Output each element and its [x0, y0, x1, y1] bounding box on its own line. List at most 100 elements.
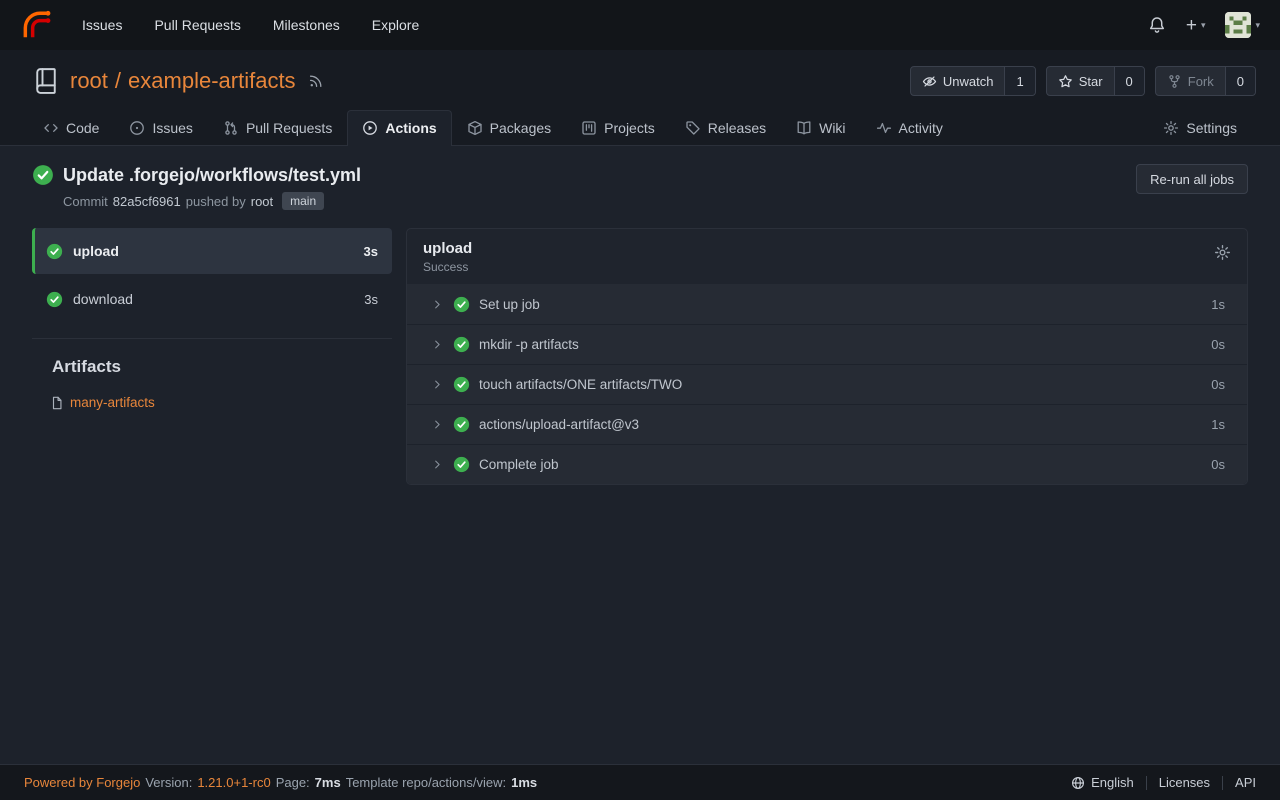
navbar-item-issues[interactable]: Issues	[66, 0, 138, 50]
run-view: Update .forgejo/workflows/test.yml Commi…	[0, 146, 1280, 764]
user-menu-dropdown[interactable]: ▾	[1225, 12, 1260, 38]
avatar-identicon	[1225, 12, 1251, 38]
commit-sha-link[interactable]: 82a5cf6961	[113, 194, 181, 209]
pusher-link[interactable]: root	[251, 194, 273, 209]
notifications-button[interactable]	[1148, 16, 1166, 34]
licenses-link[interactable]: Licenses	[1159, 775, 1210, 790]
navbar-item-milestones[interactable]: Milestones	[257, 0, 356, 50]
repo-header: root / example-artifacts Unwatch	[0, 50, 1280, 146]
step-row-complete-job[interactable]: Complete job 0s	[407, 444, 1247, 484]
play-circle-icon	[362, 120, 378, 136]
tab-issues[interactable]: Issues	[114, 110, 207, 146]
powered-by-forgejo-link[interactable]: Powered by Forgejo	[24, 775, 140, 790]
gear-icon	[1163, 120, 1179, 136]
footer-divider	[1222, 776, 1223, 790]
chevron-right-icon	[431, 458, 444, 471]
job-status: Success	[423, 260, 472, 274]
repo-tabs: Code Issues Pull Requests Actions Packag…	[24, 110, 1256, 145]
tab-actions[interactable]: Actions	[347, 110, 451, 146]
success-check-icon	[453, 336, 470, 353]
job-detail-titles: upload Success	[423, 240, 472, 274]
plus-icon: +	[1186, 16, 1197, 35]
fork-count[interactable]: 0	[1225, 67, 1255, 95]
chevron-right-icon	[431, 378, 444, 391]
top-navbar: Issues Pull Requests Milestones Explore …	[0, 0, 1280, 50]
tab-label: Packages	[490, 120, 551, 136]
branch-badge[interactable]: main	[282, 192, 324, 210]
tab-releases[interactable]: Releases	[670, 110, 781, 146]
step-duration: 0s	[1211, 457, 1225, 472]
fork-button[interactable]: Fork 0	[1155, 66, 1256, 96]
star-label: Star	[1079, 74, 1103, 89]
watch-count[interactable]: 1	[1004, 67, 1034, 95]
fork-icon	[1167, 74, 1182, 89]
navbar-item-explore[interactable]: Explore	[356, 0, 435, 50]
step-duration: 1s	[1211, 297, 1225, 312]
step-duration: 0s	[1211, 337, 1225, 352]
forgejo-logo[interactable]	[20, 9, 52, 41]
avatar	[1225, 12, 1251, 38]
tab-label: Projects	[604, 120, 655, 136]
job-row-upload[interactable]: upload 3s	[32, 228, 392, 274]
success-check-icon	[453, 296, 470, 313]
navbar-right: + ▾ ▾	[1148, 12, 1260, 38]
repo-action-buttons: Unwatch 1 Star 0	[910, 66, 1256, 96]
footer-divider	[1146, 776, 1147, 790]
version-link[interactable]: 1.21.0+1-rc0	[197, 775, 270, 790]
page-time-label: Page:	[276, 775, 310, 790]
tab-pull-requests[interactable]: Pull Requests	[208, 110, 347, 146]
language-label: English	[1091, 775, 1134, 790]
tab-wiki[interactable]: Wiki	[781, 110, 860, 146]
repo-name-link[interactable]: example-artifacts	[128, 68, 296, 94]
tab-label: Pull Requests	[246, 120, 332, 136]
success-check-icon	[453, 456, 470, 473]
star-icon	[1058, 74, 1073, 89]
steps-list: Set up job 1s mkdir -p artifacts 0s	[407, 284, 1247, 484]
rerun-all-jobs-button[interactable]: Re-run all jobs	[1136, 164, 1248, 194]
step-duration: 0s	[1211, 377, 1225, 392]
tag-icon	[685, 120, 701, 136]
job-detail-panel: upload Success Set up j	[406, 228, 1248, 485]
commit-label: Commit	[63, 194, 108, 209]
tab-label: Wiki	[819, 120, 845, 136]
job-name: upload	[73, 243, 119, 259]
breadcrumb-separator: /	[115, 68, 121, 94]
create-new-dropdown[interactable]: + ▾	[1186, 16, 1206, 35]
star-count[interactable]: 0	[1114, 67, 1144, 95]
pushed-by-label: pushed by	[186, 194, 246, 209]
job-row-download[interactable]: download 3s	[32, 276, 392, 322]
gear-icon	[1214, 244, 1231, 261]
step-row-mkdir[interactable]: mkdir -p artifacts 0s	[407, 324, 1247, 364]
tab-code[interactable]: Code	[28, 110, 114, 146]
language-selector[interactable]: English	[1071, 775, 1134, 790]
step-row-touch-artifacts[interactable]: touch artifacts/ONE artifacts/TWO 0s	[407, 364, 1247, 404]
star-button-main: Star	[1047, 67, 1114, 95]
forgejo-logo-icon	[20, 9, 52, 41]
repo-icon	[32, 67, 60, 95]
tab-activity[interactable]: Activity	[861, 110, 958, 146]
step-row-upload-artifact[interactable]: actions/upload-artifact@v3 1s	[407, 404, 1247, 444]
book-icon	[796, 120, 812, 136]
step-row-set-up-job[interactable]: Set up job 1s	[407, 284, 1247, 324]
job-options-button[interactable]	[1214, 244, 1231, 261]
version-label: Version:	[145, 775, 192, 790]
tab-projects[interactable]: Projects	[566, 110, 670, 146]
tab-packages[interactable]: Packages	[452, 110, 566, 146]
artifacts-heading: Artifacts	[32, 357, 392, 377]
star-button[interactable]: Star 0	[1046, 66, 1145, 96]
template-time-label: Template repo/actions/view:	[346, 775, 506, 790]
run-body: upload 3s download 3s Artifacts many-art…	[32, 228, 1248, 485]
api-link[interactable]: API	[1235, 775, 1256, 790]
step-name: actions/upload-artifact@v3	[479, 417, 639, 432]
navbar-item-pull-requests[interactable]: Pull Requests	[138, 0, 256, 50]
tab-label: Issues	[152, 120, 192, 136]
artifact-link-many-artifacts[interactable]: many-artifacts	[70, 395, 155, 410]
run-title: Update .forgejo/workflows/test.yml	[63, 165, 361, 186]
step-name: Complete job	[479, 457, 559, 472]
repo-owner-link[interactable]: root	[70, 68, 108, 94]
tab-label: Settings	[1186, 120, 1237, 136]
rss-feed-button[interactable]	[308, 73, 324, 89]
tab-settings[interactable]: Settings	[1148, 110, 1252, 146]
step-name: mkdir -p artifacts	[479, 337, 579, 352]
unwatch-button[interactable]: Unwatch 1	[910, 66, 1036, 96]
